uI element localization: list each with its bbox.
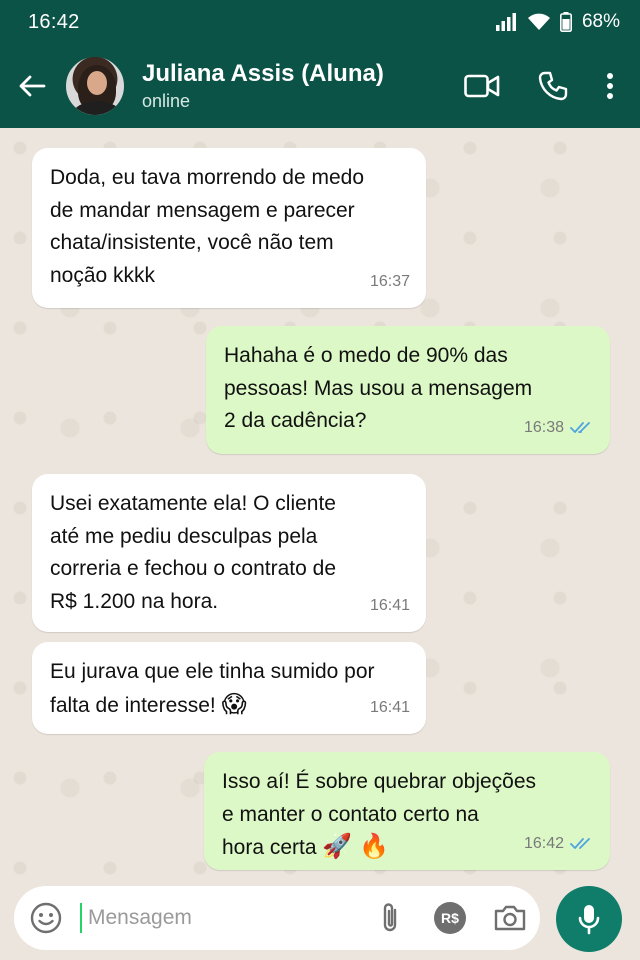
message-time: 16:38 — [523, 418, 564, 436]
camera-button[interactable] — [480, 886, 540, 950]
voice-call-button[interactable] — [538, 71, 568, 101]
chat-header: Juliana Assis (Aluna) online — [0, 44, 640, 128]
currency-button[interactable]: R$ — [420, 886, 480, 950]
message-time: 16:41 — [369, 698, 410, 716]
contact-name: Juliana Assis (Aluna) — [142, 60, 384, 87]
message-meta: 16:41 — [370, 692, 410, 725]
message-input[interactable]: Mensagem — [88, 906, 360, 930]
mic-button[interactable] — [556, 886, 622, 952]
message-incoming[interactable]: Eu jurava que ele tinha sumido por falta… — [32, 642, 426, 734]
scream-emoji: 😱 — [221, 690, 247, 718]
status-time: 16:42 — [28, 10, 80, 33]
phone-icon — [538, 71, 568, 101]
status-bar: 16:42 68% — [0, 0, 640, 44]
message-outgoing[interactable]: Isso aí! É sobre quebrar objeções e mant… — [204, 752, 610, 870]
message-meta: 16:38 — [524, 412, 594, 445]
header-actions — [464, 71, 614, 101]
avatar[interactable] — [64, 55, 126, 117]
text-cursor — [80, 903, 82, 933]
more-vert-icon — [607, 73, 613, 99]
battery-percent: 68% — [581, 11, 620, 32]
message-text-content: Eu jurava que ele tinha sumido por falta… — [50, 660, 375, 717]
chat-area[interactable]: Doda, eu tava morrendo de medo de mandar… — [0, 128, 640, 880]
mic-icon — [578, 905, 600, 935]
message-time: 16:41 — [369, 596, 410, 614]
message-meta: 16:42 — [524, 828, 594, 861]
message-time: 16:42 — [523, 834, 564, 852]
back-button[interactable] — [4, 44, 60, 128]
video-call-icon — [464, 74, 500, 98]
message-text: Usei exatamente ela! O cliente até me pe… — [50, 492, 337, 613]
back-arrow-icon — [19, 75, 46, 97]
message-meta: 16:37 — [370, 266, 410, 299]
message-input-container[interactable]: Mensagem R$ — [14, 886, 540, 950]
more-options-button[interactable] — [606, 72, 614, 100]
battery-icon — [559, 12, 572, 32]
message-outgoing[interactable]: Hahaha é o medo de 90% das pessoas! Mas … — [206, 326, 610, 454]
message-incoming[interactable]: Usei exatamente ela! O cliente até me pe… — [32, 474, 426, 632]
message-time: 16:37 — [369, 272, 410, 290]
contact-info[interactable]: Juliana Assis (Aluna) online — [142, 59, 464, 113]
message-incoming[interactable]: Doda, eu tava morrendo de medo de mandar… — [32, 148, 426, 308]
message-text: Doda, eu tava morrendo de medo de mandar… — [50, 166, 365, 287]
input-bar: Mensagem R$ — [0, 880, 640, 960]
emoji-icon — [30, 902, 62, 934]
currency-icon: R$ — [434, 902, 466, 934]
read-ticks-icon — [570, 421, 590, 433]
signal-icon — [495, 13, 518, 31]
message-text: Eu jurava que ele tinha sumido por falta… — [50, 656, 408, 722]
read-ticks-icon — [570, 837, 590, 849]
wifi-icon — [527, 13, 550, 31]
rocket-fire-emoji: 🚀 🔥 — [322, 833, 389, 860]
attach-button[interactable] — [360, 886, 420, 950]
status-icons: 68% — [495, 11, 620, 33]
emoji-button[interactable] — [14, 886, 78, 950]
video-call-button[interactable] — [464, 74, 500, 98]
attach-icon — [383, 903, 397, 932]
camera-icon — [494, 905, 526, 931]
message-meta: 16:41 — [370, 590, 410, 623]
contact-status: online — [142, 91, 191, 111]
